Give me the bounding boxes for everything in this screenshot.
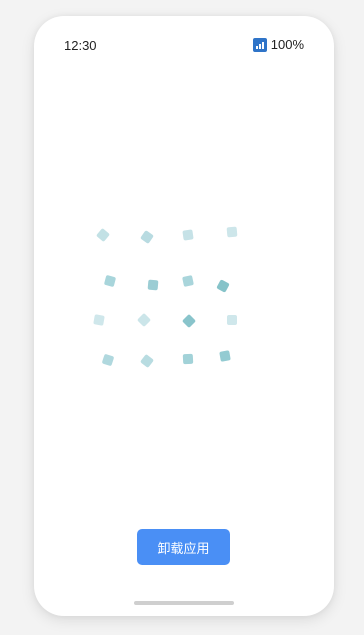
loading-tile — [182, 275, 194, 287]
loading-tile — [216, 279, 230, 293]
loading-tile — [140, 230, 154, 244]
loading-tile — [182, 353, 194, 365]
loading-tile — [182, 229, 194, 241]
loading-tile — [136, 312, 152, 328]
loading-tile — [101, 353, 115, 367]
loading-tile — [219, 350, 231, 362]
loading-tile — [95, 227, 111, 243]
loading-tile — [181, 313, 197, 329]
loading-tile — [147, 279, 159, 291]
home-indicator[interactable] — [134, 601, 234, 605]
loading-tile — [139, 353, 155, 369]
loading-tile — [227, 315, 237, 325]
uninstall-app-button[interactable]: 卸载应用 — [137, 529, 230, 565]
loading-tile — [93, 314, 105, 326]
phone-screen: 12:30 100% 卸载应用 — [34, 16, 334, 616]
loading-tile-grid — [34, 16, 334, 616]
loading-tile — [103, 274, 117, 288]
loading-tile — [226, 226, 238, 238]
